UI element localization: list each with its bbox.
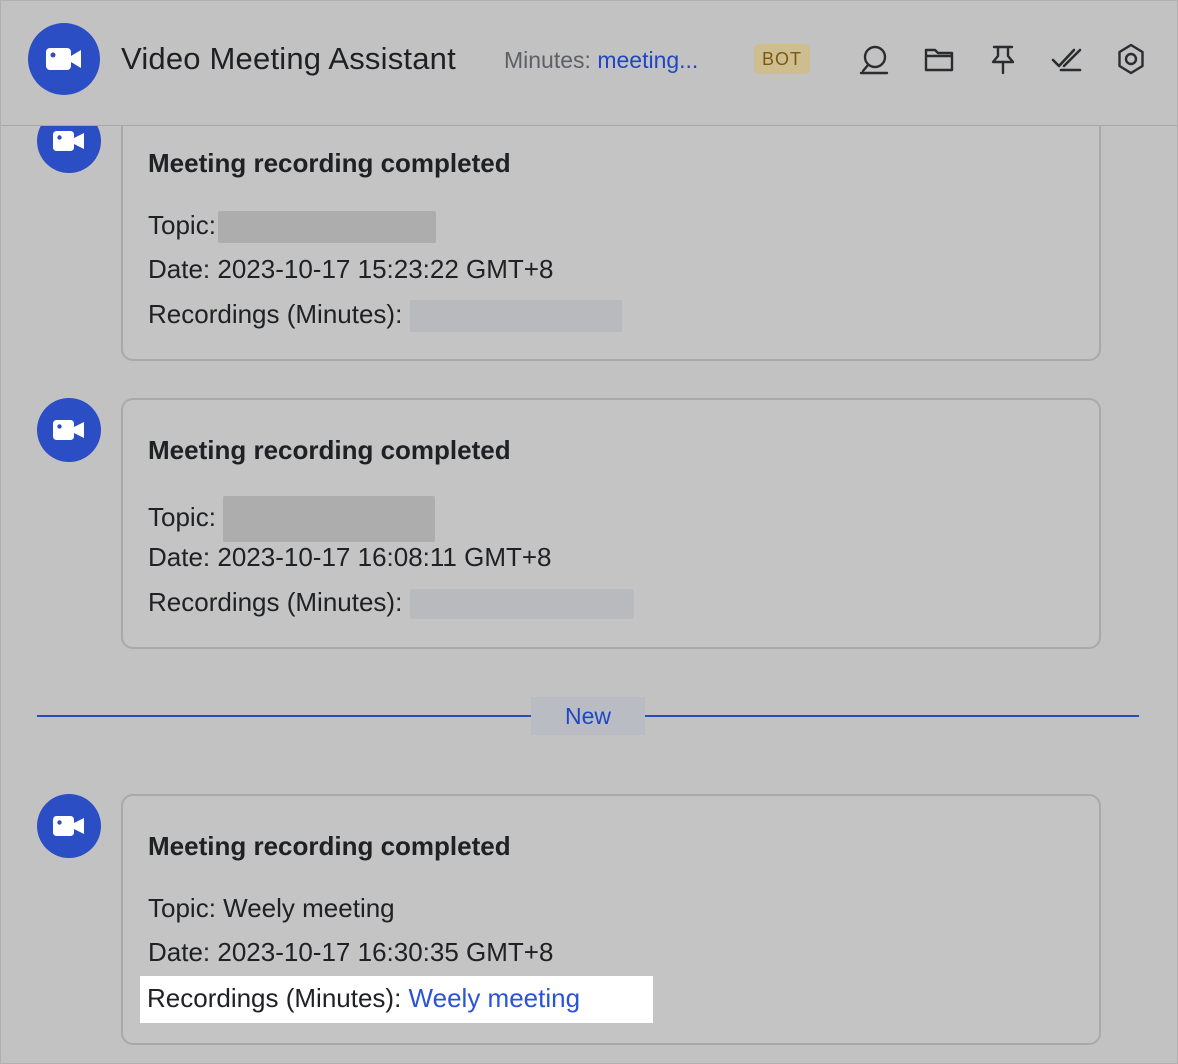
- new-divider-line-left: [37, 715, 531, 717]
- message-title: Meeting recording completed: [148, 148, 511, 178]
- chat-title: Video Meeting Assistant: [121, 41, 456, 76]
- message-card: Meeting recording completed Topic: Date:…: [121, 398, 1101, 649]
- video-camera-icon: [53, 420, 84, 440]
- bot-avatar[interactable]: [37, 398, 101, 462]
- search-button[interactable]: [854, 39, 894, 79]
- recording-minutes-link[interactable]: Weely meeting: [409, 983, 581, 1013]
- video-camera-icon: [46, 48, 81, 70]
- date-row: Date: 2023-10-17 16:30:35 GMT+8: [148, 937, 553, 968]
- recordings-label: Recordings (Minutes):: [147, 983, 402, 1013]
- video-camera-icon: [53, 131, 84, 151]
- redacted-topic: [223, 496, 436, 542]
- bot-avatar[interactable]: [28, 23, 100, 95]
- topic-label: Topic:: [148, 501, 216, 532]
- highlighted-recordings-row: Recordings (Minutes): Weely meeting: [140, 976, 653, 1023]
- bot-avatar[interactable]: [37, 794, 101, 858]
- topic-row: Topic:: [148, 496, 436, 542]
- redacted-recording-link[interactable]: [409, 589, 634, 620]
- redacted-topic: [217, 211, 436, 244]
- date-row: Date: 2023-10-17 15:23:22 GMT+8: [148, 254, 553, 285]
- settings-button[interactable]: [1111, 39, 1151, 79]
- date-value: 2023-10-17 16:08:11 GMT+8: [217, 542, 552, 572]
- topic-label: Topic:: [148, 893, 216, 923]
- recordings-label: Recordings (Minutes):: [148, 587, 403, 617]
- topic-value: Weely meeting: [223, 893, 395, 923]
- gear-icon: [1118, 43, 1144, 75]
- redacted-recording-link[interactable]: [409, 300, 622, 333]
- date-value: 2023-10-17 15:23:22 GMT+8: [217, 254, 554, 284]
- recordings-row: Recordings (Minutes):: [148, 299, 622, 333]
- subtitle-prefix: Minutes:: [504, 47, 598, 73]
- subtitle-minutes-link[interactable]: meeting...: [597, 47, 698, 73]
- message-card: Meeting recording completed Topic: Date:…: [121, 105, 1101, 361]
- folder-icon: [924, 48, 954, 72]
- pin-button[interactable]: [983, 39, 1023, 79]
- double-check-icon: [1051, 48, 1082, 72]
- message-title: Meeting recording completed: [148, 435, 511, 465]
- topic-label: Topic:: [148, 210, 216, 240]
- recordings-label: Recordings (Minutes):: [148, 299, 403, 329]
- topic-row: Topic:: [148, 210, 436, 244]
- date-label: Date:: [148, 937, 211, 967]
- files-button[interactable]: [919, 39, 959, 79]
- date-row: Date: 2023-10-17 16:08:11 GMT+8: [148, 542, 552, 573]
- message-title: Meeting recording completed: [148, 831, 511, 861]
- bot-badge: BOT: [754, 44, 811, 74]
- new-divider-line-right: [645, 715, 1139, 717]
- video-camera-icon: [53, 816, 84, 836]
- mark-read-button[interactable]: [1047, 39, 1087, 79]
- date-label: Date:: [148, 254, 211, 284]
- new-messages-label: New: [531, 697, 645, 735]
- chat-subtitle: Minutes: meeting...: [504, 47, 698, 74]
- date-label: Date:: [148, 542, 211, 572]
- chat-header: Video Meeting Assistant Minutes: meeting…: [1, 1, 1177, 126]
- search-icon: [859, 45, 889, 75]
- date-value: 2023-10-17 16:30:35 GMT+8: [217, 937, 554, 967]
- topic-row: Topic: Weely meeting: [148, 893, 395, 924]
- recordings-row: Recordings (Minutes):: [148, 587, 634, 620]
- chat-window: Video Meeting Assistant Minutes: meeting…: [0, 0, 1178, 1064]
- pin-icon: [991, 45, 1015, 75]
